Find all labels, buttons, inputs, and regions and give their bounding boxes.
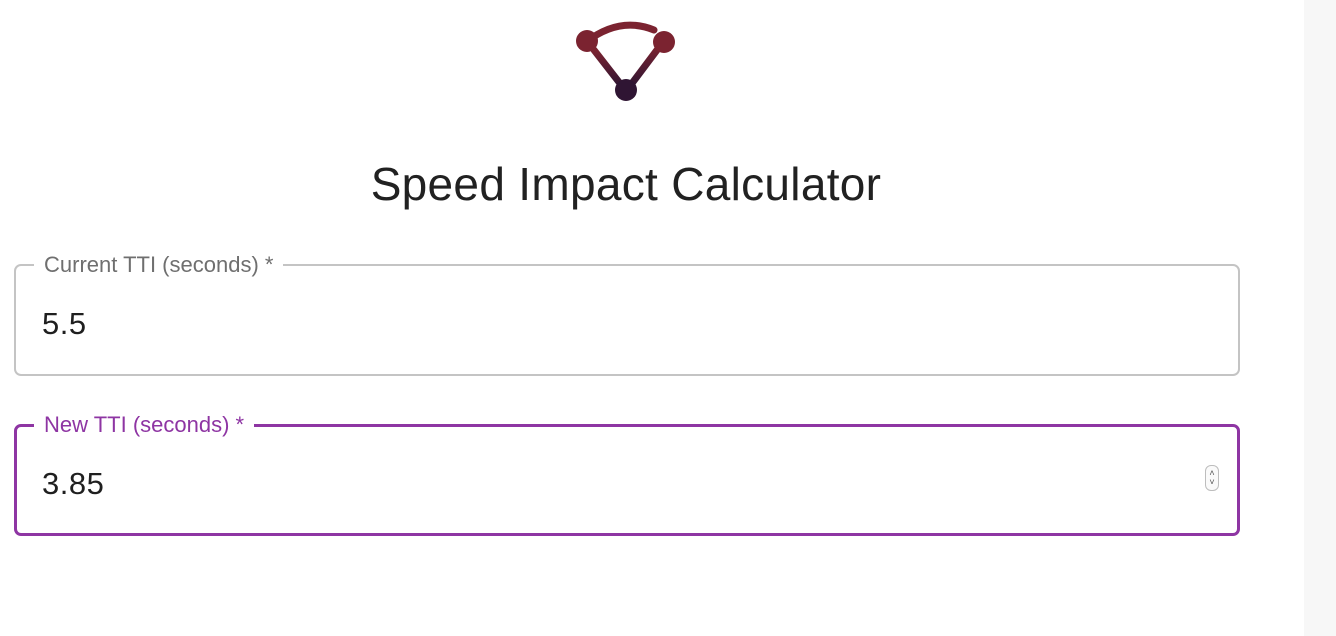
calculator-page: Speed Impact Calculator Current TTI (sec… bbox=[0, 0, 1336, 636]
new-tti-input[interactable]: 3.85 bbox=[42, 464, 104, 504]
current-tti-input[interactable]: 5.5 bbox=[42, 304, 87, 344]
page-title: Speed Impact Calculator bbox=[370, 158, 882, 210]
number-spinner[interactable]: ˄ ˅ bbox=[1205, 465, 1219, 491]
current-tti-label: Current TTI (seconds) * bbox=[34, 251, 284, 279]
current-tti-field[interactable]: Current TTI (seconds) * 5.5 bbox=[14, 251, 1240, 376]
app-logo-icon bbox=[576, 21, 675, 101]
scrollbar-track[interactable] bbox=[1304, 0, 1336, 636]
new-tti-label: New TTI (seconds) * bbox=[34, 411, 255, 439]
new-tti-field[interactable]: New TTI (seconds) * 3.85 ˄ ˅ bbox=[14, 411, 1240, 536]
spinner-down-icon[interactable]: ˅ bbox=[1209, 478, 1214, 487]
